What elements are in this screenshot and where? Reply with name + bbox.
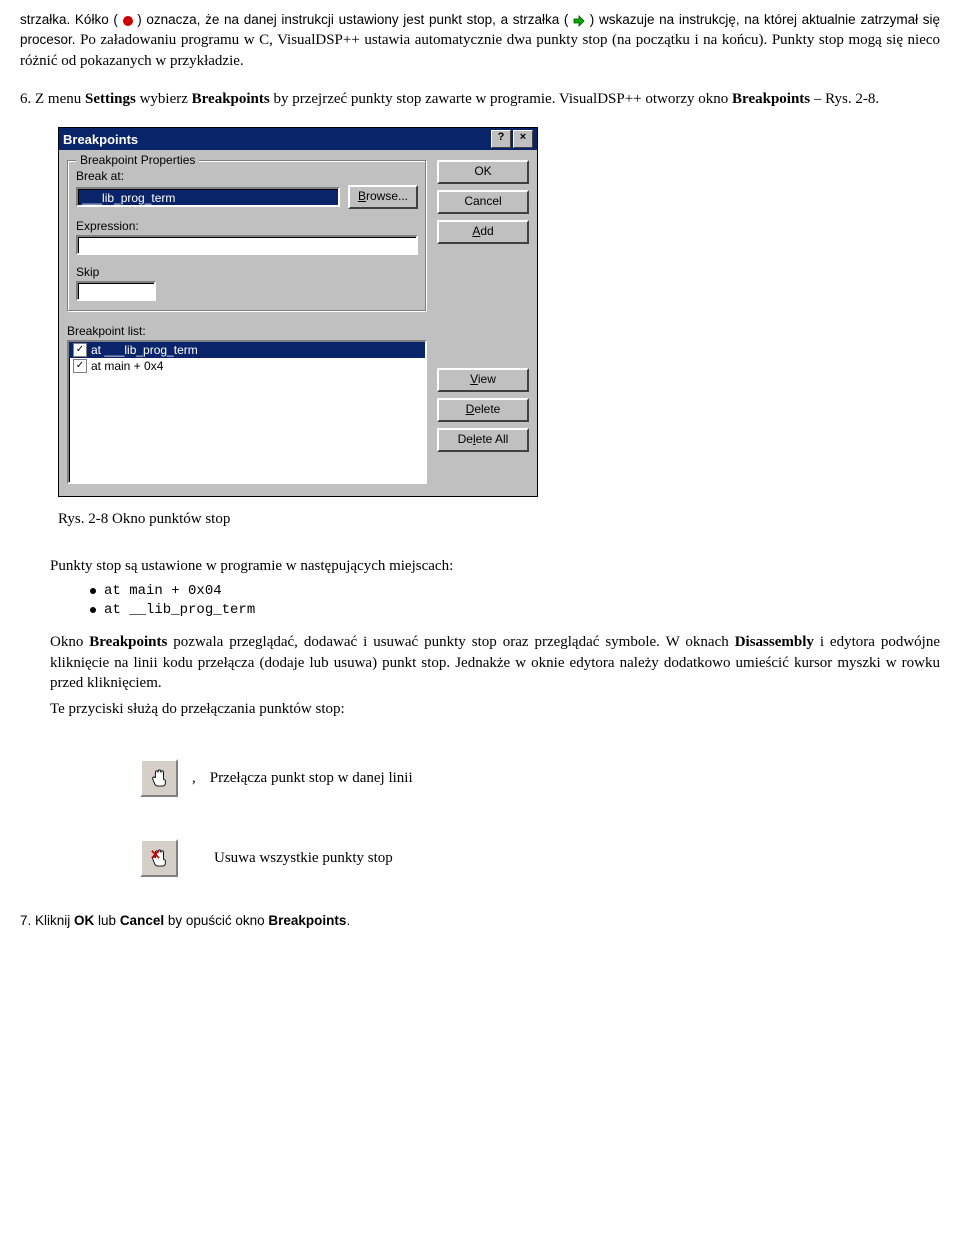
p6-b: lub — [94, 913, 120, 928]
bullet-icon — [90, 588, 96, 594]
clear-all-label: Usuwa wszystkie punkty stop — [214, 850, 393, 867]
cancel-button[interactable]: Cancel — [437, 190, 529, 214]
paragraph-2: 6. Z menu Settings wybierz Breakpoints b… — [20, 89, 940, 109]
expression-input[interactable] — [76, 235, 418, 255]
p4-b: pozwala przeglądać, dodawać i usuwać pun… — [167, 634, 734, 650]
close-button[interactable]: × — [513, 130, 533, 148]
toggle-breakpoint-button[interactable] — [140, 759, 178, 797]
p6-a: 7. Kliknij — [20, 913, 74, 928]
paragraph-3: Punkty stop są ustawione w programie w n… — [50, 556, 940, 576]
delete-button[interactable]: Delete — [437, 398, 529, 422]
p2-b2: Breakpoints — [192, 91, 270, 107]
p6-d: . — [346, 913, 350, 928]
expression-label: Expression: — [76, 219, 418, 233]
ok-button[interactable]: OK — [437, 160, 529, 184]
list-item-text: at ___lib_prog_term — [91, 343, 198, 357]
p6-c: by opuścić okno — [164, 913, 268, 928]
list-item[interactable]: ✓ at main + 0x4 — [69, 358, 425, 374]
checkbox-icon[interactable]: ✓ — [73, 343, 87, 357]
p4-b2: Disassembly — [735, 634, 814, 650]
hand-x-icon — [150, 848, 168, 868]
breakpoint-list[interactable]: ✓ at ___lib_prog_term ✓ at main + 0x4 — [67, 340, 427, 484]
list-item-text: at main + 0x4 — [91, 359, 163, 373]
breakpoint-properties-group: Breakpoint Properties Break at: ___lib_p… — [67, 160, 427, 312]
list-item[interactable]: ✓ at ___lib_prog_term — [69, 342, 425, 358]
p2-b3: Breakpoints — [732, 91, 810, 107]
p2-b1: Settings — [85, 91, 136, 107]
p2-prefix: 6. Z menu — [20, 91, 85, 107]
clear-all-breakpoints-button[interactable] — [140, 839, 178, 877]
skip-input[interactable] — [76, 281, 156, 301]
breakpoint-list-label: Breakpoint list: — [67, 324, 427, 338]
context-help-button[interactable]: ? — [491, 130, 511, 148]
groupbox-title: Breakpoint Properties — [76, 153, 199, 167]
delete-all-button[interactable]: Delete All — [437, 428, 529, 452]
p6-b2: Cancel — [120, 913, 164, 928]
toggle-label: Przełącza punkt stop w danej linii — [210, 770, 413, 787]
figure-caption: Rys. 2-8 Okno punktów stop — [58, 511, 940, 528]
p4-b1: Breakpoints — [89, 634, 167, 650]
dialog-title: Breakpoints — [63, 132, 489, 147]
icon-row-clear: Usuwa wszystkie punkty stop — [140, 839, 940, 877]
break-at-label: Break at: — [76, 169, 418, 183]
skip-label: Skip — [76, 265, 418, 279]
icon-row-toggle: , Przełącza punkt stop w danej linii — [140, 759, 940, 797]
p2-end: – Rys. 2-8. — [810, 91, 879, 107]
p6-b3: Breakpoints — [268, 913, 346, 928]
p1-text-c2: Po załadowaniu programu w C, VisualDSP++… — [20, 32, 940, 68]
paragraph-1: strzałka. Kółko ( ) oznacza, że na danej… — [20, 10, 940, 71]
break-at-input[interactable]: ___lib_prog_term — [76, 187, 340, 207]
p1-text-a: strzałka. Kółko ( — [20, 12, 123, 27]
red-dot-icon — [123, 16, 133, 26]
bullet-text: at main + 0x04 — [104, 583, 222, 599]
p1-text-b: ) oznacza, że na danej instrukcji ustawi… — [133, 12, 574, 27]
view-button[interactable]: View — [437, 368, 529, 392]
bullet-item: at main + 0x04 — [90, 582, 940, 599]
arrow-icon — [573, 15, 585, 27]
checkbox-icon[interactable]: ✓ — [73, 359, 87, 373]
p2-mid2: by przejrzeć punkty stop zawarte w progr… — [270, 91, 732, 107]
p2-mid1: wybierz — [136, 91, 192, 107]
p6-b1: OK — [74, 913, 94, 928]
hand-icon — [150, 768, 168, 788]
bullet-text: at __lib_prog_term — [104, 602, 255, 618]
breakpoints-dialog: Breakpoints ? × Breakpoint Properties Br… — [58, 127, 538, 497]
paragraph-6: 7. Kliknij OK lub Cancel by opuścić okno… — [20, 911, 940, 931]
paragraph-5: Te przyciski służą do przełączania punkt… — [50, 699, 940, 719]
p4-a: Okno — [50, 634, 89, 650]
add-button[interactable]: Add — [437, 220, 529, 244]
paragraph-4: Okno Breakpoints pozwala przeglądać, dod… — [50, 632, 940, 693]
bullet-list: at main + 0x04 at __lib_prog_term — [90, 582, 940, 618]
bullet-icon — [90, 607, 96, 613]
browse-button[interactable]: Browse... — [348, 185, 418, 209]
bullet-item: at __lib_prog_term — [90, 601, 940, 618]
comma: , — [192, 770, 196, 787]
dialog-titlebar: Breakpoints ? × — [59, 128, 537, 150]
